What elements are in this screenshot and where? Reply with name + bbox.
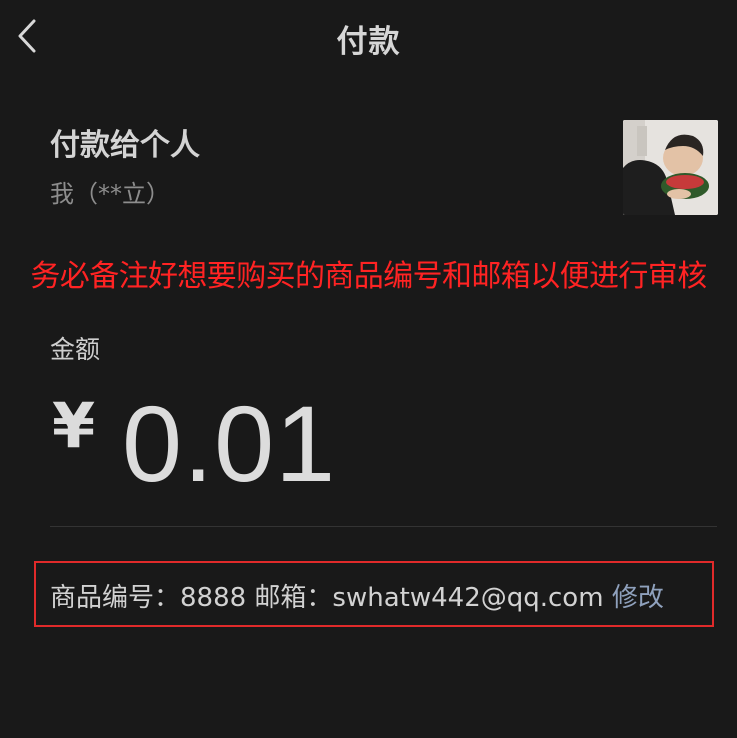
edit-remark-link[interactable]: 修改 xyxy=(612,583,664,613)
remark-text: 商品编号：8888 邮箱：swhatw442@qq.com xyxy=(50,583,604,613)
notice-text: 务必备注好想要购买的商品编号和邮箱以便进行审核 xyxy=(30,259,707,294)
payee-title: 付款给个人 xyxy=(50,128,200,163)
amount-label: 金额 xyxy=(50,335,101,364)
divider xyxy=(50,526,717,527)
amount-value[interactable]: 0.01 xyxy=(122,381,336,506)
currency-symbol: ¥ xyxy=(52,389,96,462)
payee-name: 我（**立） xyxy=(50,180,170,208)
profile-photo xyxy=(623,120,718,215)
avatar xyxy=(623,120,718,215)
remark-row: 商品编号：8888 邮箱：swhatw442@qq.com 修改 xyxy=(50,577,664,614)
page-title: 付款 xyxy=(336,24,401,60)
